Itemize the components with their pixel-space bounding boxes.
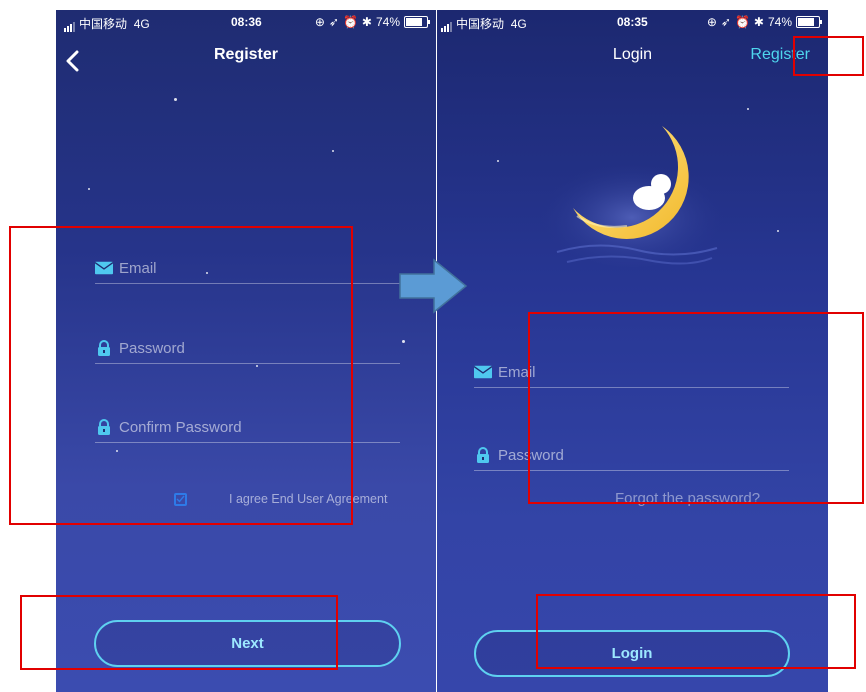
signal-icon [64, 18, 76, 32]
highlight-box-login-button [536, 594, 856, 669]
moon-illustration [540, 126, 724, 267]
star [174, 98, 177, 101]
status-time: 08:35 [617, 15, 648, 29]
carrier-info: 中国移动 4G [64, 15, 150, 32]
battery-percent: 74% [767, 15, 792, 29]
lock-rotation-icon: ⊕ [706, 15, 717, 29]
flow-arrow-icon [399, 258, 468, 314]
lock-icon [474, 447, 492, 463]
status-bar: 中国移动 4G 08:35 ⊕ ➶ ⏰ ✱ 74% [437, 10, 828, 34]
network-type: 4G [133, 17, 150, 31]
star [777, 230, 779, 232]
carrier-name: 中国移动 [456, 17, 505, 31]
battery-icon [404, 16, 430, 28]
alarm-icon: ⏰ [342, 15, 358, 29]
carrier-info: 中国移动 4G [441, 15, 527, 32]
location-icon: ➶ [720, 15, 731, 29]
highlight-box-next-button [20, 595, 338, 670]
battery-percent: 74% [375, 15, 400, 29]
status-bar: 中国移动 4G 08:36 ⊕ ➶ ⏰ ✱ 74% [56, 10, 436, 34]
star [402, 340, 405, 343]
bluetooth-icon: ✱ [753, 15, 764, 29]
star [497, 160, 499, 162]
star [332, 150, 334, 152]
highlight-box-register-form [9, 226, 353, 525]
status-time: 08:36 [231, 15, 262, 29]
lock-rotation-icon: ⊕ [314, 15, 325, 29]
page-title: Register [213, 46, 279, 63]
envelope-icon [474, 364, 492, 380]
status-icons: ⊕ ➶ ⏰ ✱ 74% [706, 15, 822, 29]
bluetooth-icon: ✱ [361, 15, 372, 29]
star [747, 108, 749, 110]
highlight-box-register-link [793, 36, 864, 76]
star [88, 188, 90, 190]
alarm-icon: ⏰ [734, 15, 750, 29]
location-icon: ➶ [328, 15, 339, 29]
signal-icon [441, 18, 453, 32]
highlight-box-login-form [528, 312, 864, 504]
battery-icon [796, 16, 822, 28]
status-icons: ⊕ ➶ ⏰ ✱ 74% [314, 15, 430, 29]
carrier-name: 中国移动 [79, 17, 128, 31]
network-type: 4G [510, 17, 527, 31]
